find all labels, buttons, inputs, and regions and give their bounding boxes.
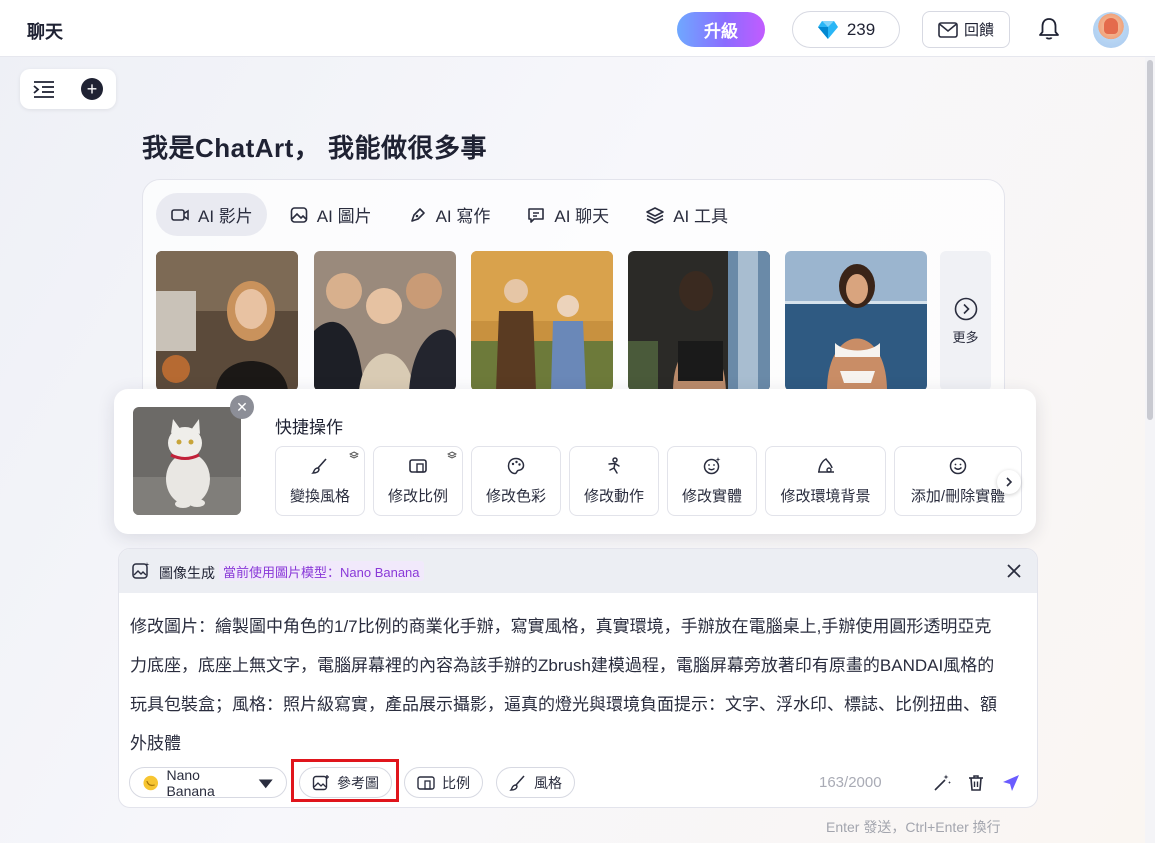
example-thumbnail[interactable]: [471, 251, 613, 391]
palette-icon: [507, 457, 525, 475]
current-model-note: 當前使用圖片模型：Nano Banana: [219, 561, 424, 581]
quick-action-change-background[interactable]: 修改環境背景: [765, 446, 886, 516]
aspect-ratio-icon: [409, 459, 427, 473]
uploaded-reference-image[interactable]: [133, 407, 241, 515]
quick-action-change-ratio[interactable]: 修改比例: [373, 446, 463, 516]
style-label: 風格: [534, 774, 562, 791]
example-thumbnail[interactable]: [156, 251, 298, 391]
new-chat-button[interactable]: +: [81, 78, 103, 100]
quick-action-label: 修改實體: [681, 488, 742, 505]
tab-ai-writing[interactable]: AI 寫作: [394, 193, 505, 236]
example-thumbnail[interactable]: [628, 251, 770, 391]
brush-icon: [509, 775, 525, 791]
quick-actions-title: 快捷操作: [275, 418, 343, 437]
diamond-icon: [817, 20, 838, 39]
send-icon[interactable]: [1001, 773, 1021, 793]
tab-ai-image[interactable]: AI 圖片: [275, 193, 386, 236]
quick-action-label: 修改色彩: [485, 488, 546, 505]
tab-ai-tools[interactable]: AI 工具: [631, 193, 742, 236]
quick-action-label: 添加/刪除實體: [910, 488, 1006, 505]
gem-count: 239: [846, 19, 876, 39]
side-toolbar: +: [20, 69, 116, 109]
layers-icon: [646, 206, 664, 224]
prompt-composer: 圖像生成 當前使用圖片模型：Nano Banana 修改圖片：繪製圖中角色的1/…: [118, 548, 1038, 808]
example-thumbnail[interactable]: [785, 251, 927, 391]
prompt-line: 玩具包裝盒；風格：照片級寫實，產品展示攝影，逼真的燈光與環境負面提示：文字、浮水…: [130, 695, 997, 714]
caret-down-icon: [258, 779, 273, 788]
feedback-label: 回饋: [963, 22, 994, 39]
image-icon: [290, 206, 308, 223]
quick-action-change-color[interactable]: 修改色彩: [471, 446, 561, 516]
tab-label: AI 寫作: [435, 207, 491, 226]
upgrade-button[interactable]: 升級: [677, 12, 765, 47]
model-select[interactable]: Nano Banana: [129, 766, 287, 799]
scrollbar-thumb[interactable]: [1147, 60, 1153, 420]
chat-icon: [528, 207, 545, 223]
tab-label: AI 聊天: [554, 207, 610, 226]
bell-icon[interactable]: [1036, 16, 1062, 42]
layers-badge-icon: [349, 451, 359, 459]
feature-tabs: AI 影片 AI 圖片 AI 寫作 AI 聊天 AI 工具: [156, 193, 750, 236]
quick-action-label: 變換風格: [289, 488, 350, 505]
banana-icon: [143, 775, 159, 790]
brush-icon: [311, 458, 327, 474]
reference-image-highlight: [291, 759, 399, 802]
trash-icon[interactable]: [966, 773, 986, 793]
close-icon[interactable]: [1005, 562, 1023, 580]
magic-wand-icon[interactable]: [932, 773, 952, 793]
welcome-heading: 我是ChatArt， 我能做很多事: [142, 133, 488, 163]
scene-icon: [817, 458, 834, 473]
prompt-line: 力底座，底座上無文字，電腦屏幕裡的內容為該手辦的Zbrush建模過程，電腦屏幕旁…: [130, 656, 995, 675]
pose-icon: [608, 457, 620, 474]
prompt-line: 修改圖片：繪製圖中角色的1/7比例的商業化手辦，寫實風格，真實環境，手辦放在電腦…: [130, 617, 992, 636]
tab-label: AI 影片: [198, 207, 253, 226]
video-icon: [171, 208, 189, 221]
tab-ai-video[interactable]: AI 影片: [156, 193, 267, 236]
composer-header: 圖像生成 當前使用圖片模型：Nano Banana: [119, 549, 1037, 593]
pen-icon: [410, 207, 425, 222]
chevron-right-circle-icon: [954, 297, 977, 320]
model-select-value: Nano Banana: [166, 766, 215, 799]
keyboard-hint: Enter 發送，Ctrl+Enter 換行: [826, 819, 1001, 835]
quick-action-label: 修改環境背景: [780, 488, 871, 505]
more-label: 更多: [952, 329, 979, 345]
style-button[interactable]: 風格: [496, 767, 575, 798]
more-examples-button[interactable]: 更多: [940, 251, 991, 391]
prompt-input[interactable]: 修改圖片：繪製圖中角色的1/7比例的商業化手辦，寫實風格，真實環境，手辦放在電腦…: [130, 607, 1035, 763]
remove-image-button[interactable]: ✕: [230, 395, 254, 419]
sidebar-toggle-icon[interactable]: [33, 80, 55, 98]
tab-ai-chat[interactable]: AI 聊天: [512, 193, 623, 236]
composer-mode-label: 圖像生成: [159, 565, 215, 581]
page-title: 聊天: [27, 22, 63, 42]
quick-action-change-style[interactable]: 變換風格: [275, 446, 365, 516]
quick-actions-next-button[interactable]: [997, 470, 1021, 494]
character-counter: 163/2000: [819, 774, 882, 791]
layers-badge-icon: [447, 451, 457, 459]
tab-label: AI 圖片: [316, 207, 372, 226]
quick-action-label: 修改動作: [583, 488, 644, 505]
feedback-button[interactable]: 回饋: [922, 11, 1010, 48]
aspect-ratio-icon: [417, 775, 435, 790]
mail-icon: [938, 21, 958, 38]
prompt-line: 外肢體: [130, 734, 181, 753]
ratio-button[interactable]: 比例: [404, 767, 483, 798]
quick-action-change-subject[interactable]: 修改實體: [667, 446, 757, 516]
quick-action-change-pose[interactable]: 修改動作: [569, 446, 659, 516]
quick-action-label: 修改比例: [387, 488, 448, 505]
smile-icon: [949, 457, 967, 475]
image-generate-icon: [132, 562, 150, 579]
example-thumbnail[interactable]: [314, 251, 456, 391]
chevron-right-icon: [1006, 477, 1013, 487]
ratio-label: 比例: [442, 774, 470, 791]
tab-label: AI 工具: [673, 207, 728, 226]
quick-actions-list: 變換風格 修改比例 修改色彩 修改動作 修改實體 修改環境背景 添加/刪除實體: [275, 446, 1022, 516]
sparkle-face-icon: [703, 457, 721, 475]
avatar[interactable]: [1093, 12, 1129, 48]
gem-balance-button[interactable]: 239: [792, 11, 900, 48]
top-bar: 聊天 升級 239 回饋: [0, 0, 1155, 57]
